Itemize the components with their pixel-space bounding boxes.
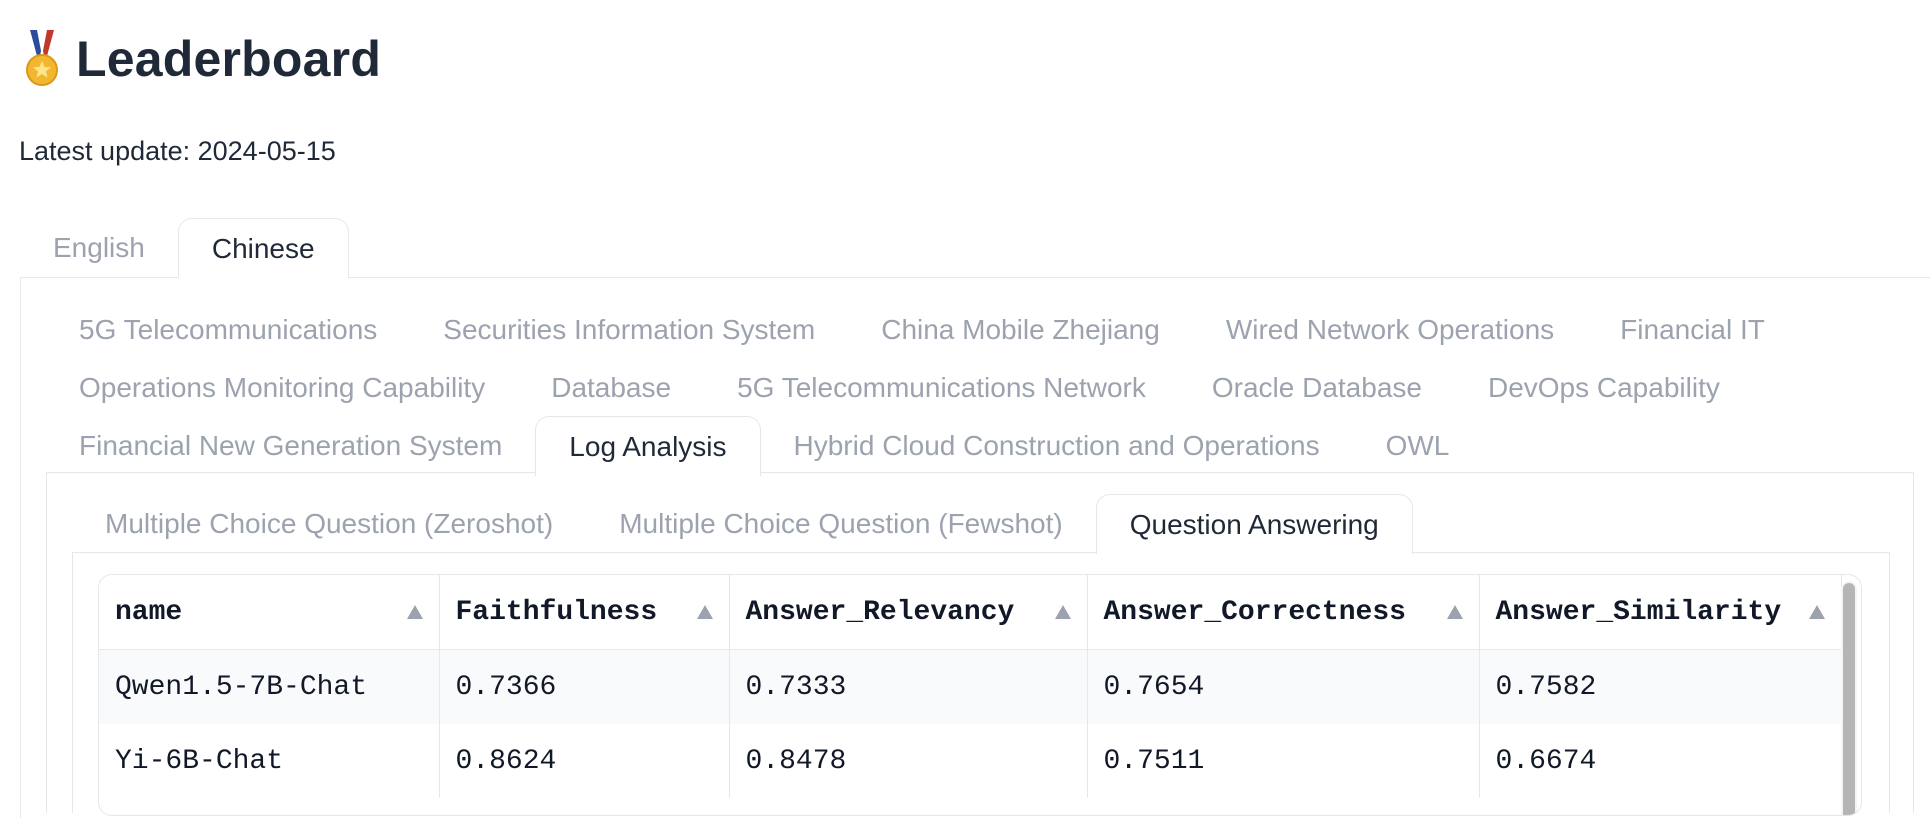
column-header-label: Faithfulness xyxy=(455,596,658,628)
tab-english[interactable]: English xyxy=(20,218,178,278)
domain-tab-bar: 5G Telecommunications Securities Informa… xyxy=(46,300,1906,476)
sort-icon[interactable] xyxy=(1054,605,1071,619)
cell-answer-correctness: 0.7511 xyxy=(1087,724,1480,798)
column-header-name[interactable]: name xyxy=(99,575,440,650)
cell-answer-correctness: 0.7654 xyxy=(1087,649,1480,724)
column-header-answer-relevancy[interactable]: Answer_Relevancy xyxy=(729,575,1088,650)
domain-tab-row: Operations Monitoring Capability Databas… xyxy=(46,358,1906,416)
task-tab-bar: Multiple Choice Question (Zeroshot) Mult… xyxy=(72,494,1413,554)
cell-answer-similarity: 0.7582 xyxy=(1479,649,1842,724)
column-header-label: Answer_Relevancy xyxy=(745,596,1015,628)
tab-wired-network-operations[interactable]: Wired Network Operations xyxy=(1193,300,1587,358)
tab-question-answering[interactable]: Question Answering xyxy=(1095,494,1413,554)
column-header-faithfulness[interactable]: Faithfulness xyxy=(439,575,730,650)
tab-financial-it[interactable]: Financial IT xyxy=(1587,300,1798,358)
table-row: Yi-6B-Chat 0.8624 0.8478 0.7511 0.6674 xyxy=(99,724,1842,798)
tab-securities-information-system[interactable]: Securities Information System xyxy=(410,300,848,358)
table-header-row: name Faithfulness Answer_Relevancy Answe… xyxy=(99,575,1842,650)
tab-mcq-fewshot[interactable]: Multiple Choice Question (Fewshot) xyxy=(586,494,1096,552)
table-row: Qwen1.5-7B-Chat 0.7366 0.7333 0.7654 0.7… xyxy=(99,649,1842,724)
cell-answer-similarity: 0.6674 xyxy=(1479,724,1842,798)
cell-answer-relevancy: 0.7333 xyxy=(729,649,1088,724)
tab-log-analysis[interactable]: Log Analysis xyxy=(535,416,761,476)
column-header-label: name xyxy=(115,596,183,628)
tab-china-mobile-zhejiang[interactable]: China Mobile Zhejiang xyxy=(848,300,1193,358)
vertical-scrollbar[interactable] xyxy=(1841,581,1857,815)
sort-icon[interactable] xyxy=(1808,605,1825,619)
medal-icon xyxy=(26,30,58,86)
sort-icon[interactable] xyxy=(406,605,423,619)
cell-faithfulness: 0.8624 xyxy=(439,724,730,798)
tab-5g-telecommunications-network[interactable]: 5G Telecommunications Network xyxy=(704,358,1179,416)
column-header-answer-correctness[interactable]: Answer_Correctness xyxy=(1087,575,1480,650)
domain-tab-row: Financial New Generation System Log Anal… xyxy=(46,416,1906,476)
tab-oracle-database[interactable]: Oracle Database xyxy=(1179,358,1455,416)
sort-icon[interactable] xyxy=(696,605,713,619)
latest-update-text: Latest update: 2024-05-15 xyxy=(19,136,336,166)
language-tab-bar: English Chinese xyxy=(20,218,349,278)
leaderboard-table-container: name Faithfulness Answer_Relevancy Answe… xyxy=(98,574,1862,816)
tab-database[interactable]: Database xyxy=(518,358,704,416)
column-header-answer-similarity[interactable]: Answer_Similarity xyxy=(1479,575,1842,650)
cell-faithfulness: 0.7366 xyxy=(439,649,730,724)
tab-owl[interactable]: OWL xyxy=(1353,416,1483,474)
page-header: Leaderboard xyxy=(22,30,381,88)
tab-financial-new-generation-system[interactable]: Financial New Generation System xyxy=(46,416,535,474)
column-header-label: Answer_Similarity xyxy=(1495,596,1782,628)
tab-mcq-zeroshot[interactable]: Multiple Choice Question (Zeroshot) xyxy=(72,494,586,552)
column-header-label: Answer_Correctness xyxy=(1103,596,1406,628)
cell-name: Qwen1.5-7B-Chat xyxy=(99,649,440,724)
tab-operations-monitoring-capability[interactable]: Operations Monitoring Capability xyxy=(46,358,518,416)
cell-name: Yi-6B-Chat xyxy=(99,724,440,798)
cell-answer-relevancy: 0.8478 xyxy=(729,724,1088,798)
page-title: Leaderboard xyxy=(76,31,382,87)
tab-5g-telecommunications[interactable]: 5G Telecommunications xyxy=(46,300,410,358)
sort-icon[interactable] xyxy=(1446,605,1463,619)
scrollbar-thumb[interactable] xyxy=(1843,583,1855,815)
leaderboard-table: name Faithfulness Answer_Relevancy Answe… xyxy=(99,575,1842,798)
tab-hybrid-cloud-construction-and-operations[interactable]: Hybrid Cloud Construction and Operations xyxy=(761,416,1353,474)
domain-tab-row: 5G Telecommunications Securities Informa… xyxy=(46,300,1906,358)
tab-devops-capability[interactable]: DevOps Capability xyxy=(1455,358,1753,416)
tab-chinese[interactable]: Chinese xyxy=(177,218,349,278)
